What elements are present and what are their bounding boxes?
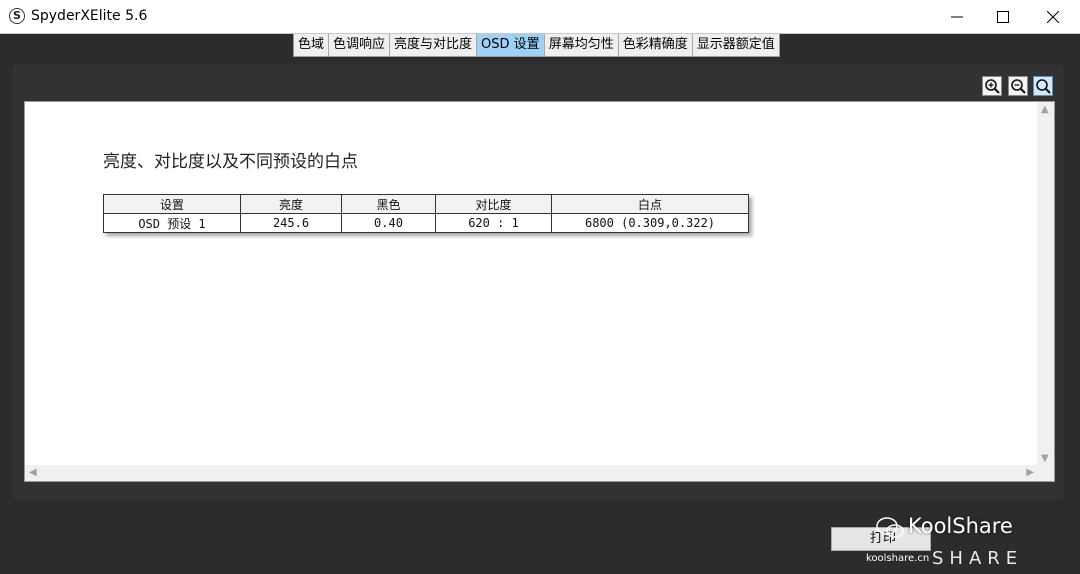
tab-osd-settings[interactable]: OSD 设置: [477, 34, 545, 56]
minimize-button[interactable]: [934, 0, 980, 33]
zoom-out-icon: [1011, 79, 1026, 94]
table-header-row: 设置 亮度 黑色 对比度 白点: [103, 194, 749, 214]
table-row: OSD 预设 1 245.6 0.40 620 : 1 6800 (0.309,…: [103, 213, 749, 233]
tab-tone-response[interactable]: 色调响应: [329, 34, 391, 56]
title-bar: S SpyderXElite 5.6: [0, 0, 1080, 34]
tab-monitor-rating[interactable]: 显示器额定值: [692, 34, 779, 56]
column-header: 对比度: [435, 194, 552, 214]
tab-screen-uniformity[interactable]: 屏幕均匀性: [544, 34, 619, 56]
scroll-up-icon[interactable]: ▲: [1041, 104, 1049, 115]
tab-gamut[interactable]: 色域: [294, 34, 330, 56]
table-cell: OSD 预设 1: [103, 213, 241, 233]
table-cell: 245.6: [240, 213, 342, 233]
column-header: 黑色: [341, 194, 436, 214]
table-cell: 620 : 1: [435, 213, 552, 233]
zoom-in-icon: [985, 79, 1000, 94]
scroll-left-icon[interactable]: ◀: [29, 467, 37, 478]
watermark-share: SHARE: [932, 548, 1024, 569]
report-viewport: 亮度、对比度以及不同预设的白点 设置 亮度 黑色 对比度 白点 OSD 预设 1…: [24, 101, 1055, 482]
table-cell: 0.40: [341, 213, 436, 233]
close-button[interactable]: [1030, 0, 1076, 33]
scroll-down-icon[interactable]: ▼: [1041, 453, 1049, 464]
close-icon: [1047, 11, 1059, 23]
column-header: 亮度: [240, 194, 342, 214]
maximize-icon: [997, 11, 1009, 23]
column-header: 设置: [103, 194, 241, 214]
vertical-scrollbar[interactable]: ▲ ▼: [1037, 102, 1054, 466]
zoom-out-button[interactable]: [1008, 76, 1028, 96]
app-icon: S: [9, 8, 25, 24]
column-header: 白点: [551, 194, 749, 214]
zoom-fit-button[interactable]: [1033, 76, 1053, 96]
maximize-button[interactable]: [980, 0, 1026, 33]
report-title: 亮度、对比度以及不同预设的白点: [103, 152, 358, 172]
minimize-icon: [951, 16, 963, 18]
tab-brightness-contrast[interactable]: 亮度与对比度: [390, 34, 478, 56]
magnifier-icon: [1036, 79, 1051, 94]
zoom-in-button[interactable]: [982, 76, 1002, 96]
report-tabs: 色域 色调响应 亮度与对比度 OSD 设置 屏幕均匀性 色彩精确度 显示器额定值: [293, 34, 780, 57]
watermark-brand: KoolShare: [908, 514, 1013, 538]
wechat-icon: [876, 517, 904, 538]
window-title: SpyderXElite 5.6: [31, 8, 148, 24]
table-cell: 6800 (0.309,0.322): [551, 213, 749, 233]
watermark-url: koolshare.cn: [866, 553, 930, 564]
tab-color-accuracy[interactable]: 色彩精确度: [618, 34, 693, 56]
osd-settings-table: 设置 亮度 黑色 对比度 白点 OSD 预设 1 245.6 0.40 620 …: [103, 194, 749, 233]
scroll-right-icon[interactable]: ▶: [1026, 467, 1034, 478]
horizontal-scrollbar[interactable]: ◀ ▶: [25, 465, 1054, 481]
